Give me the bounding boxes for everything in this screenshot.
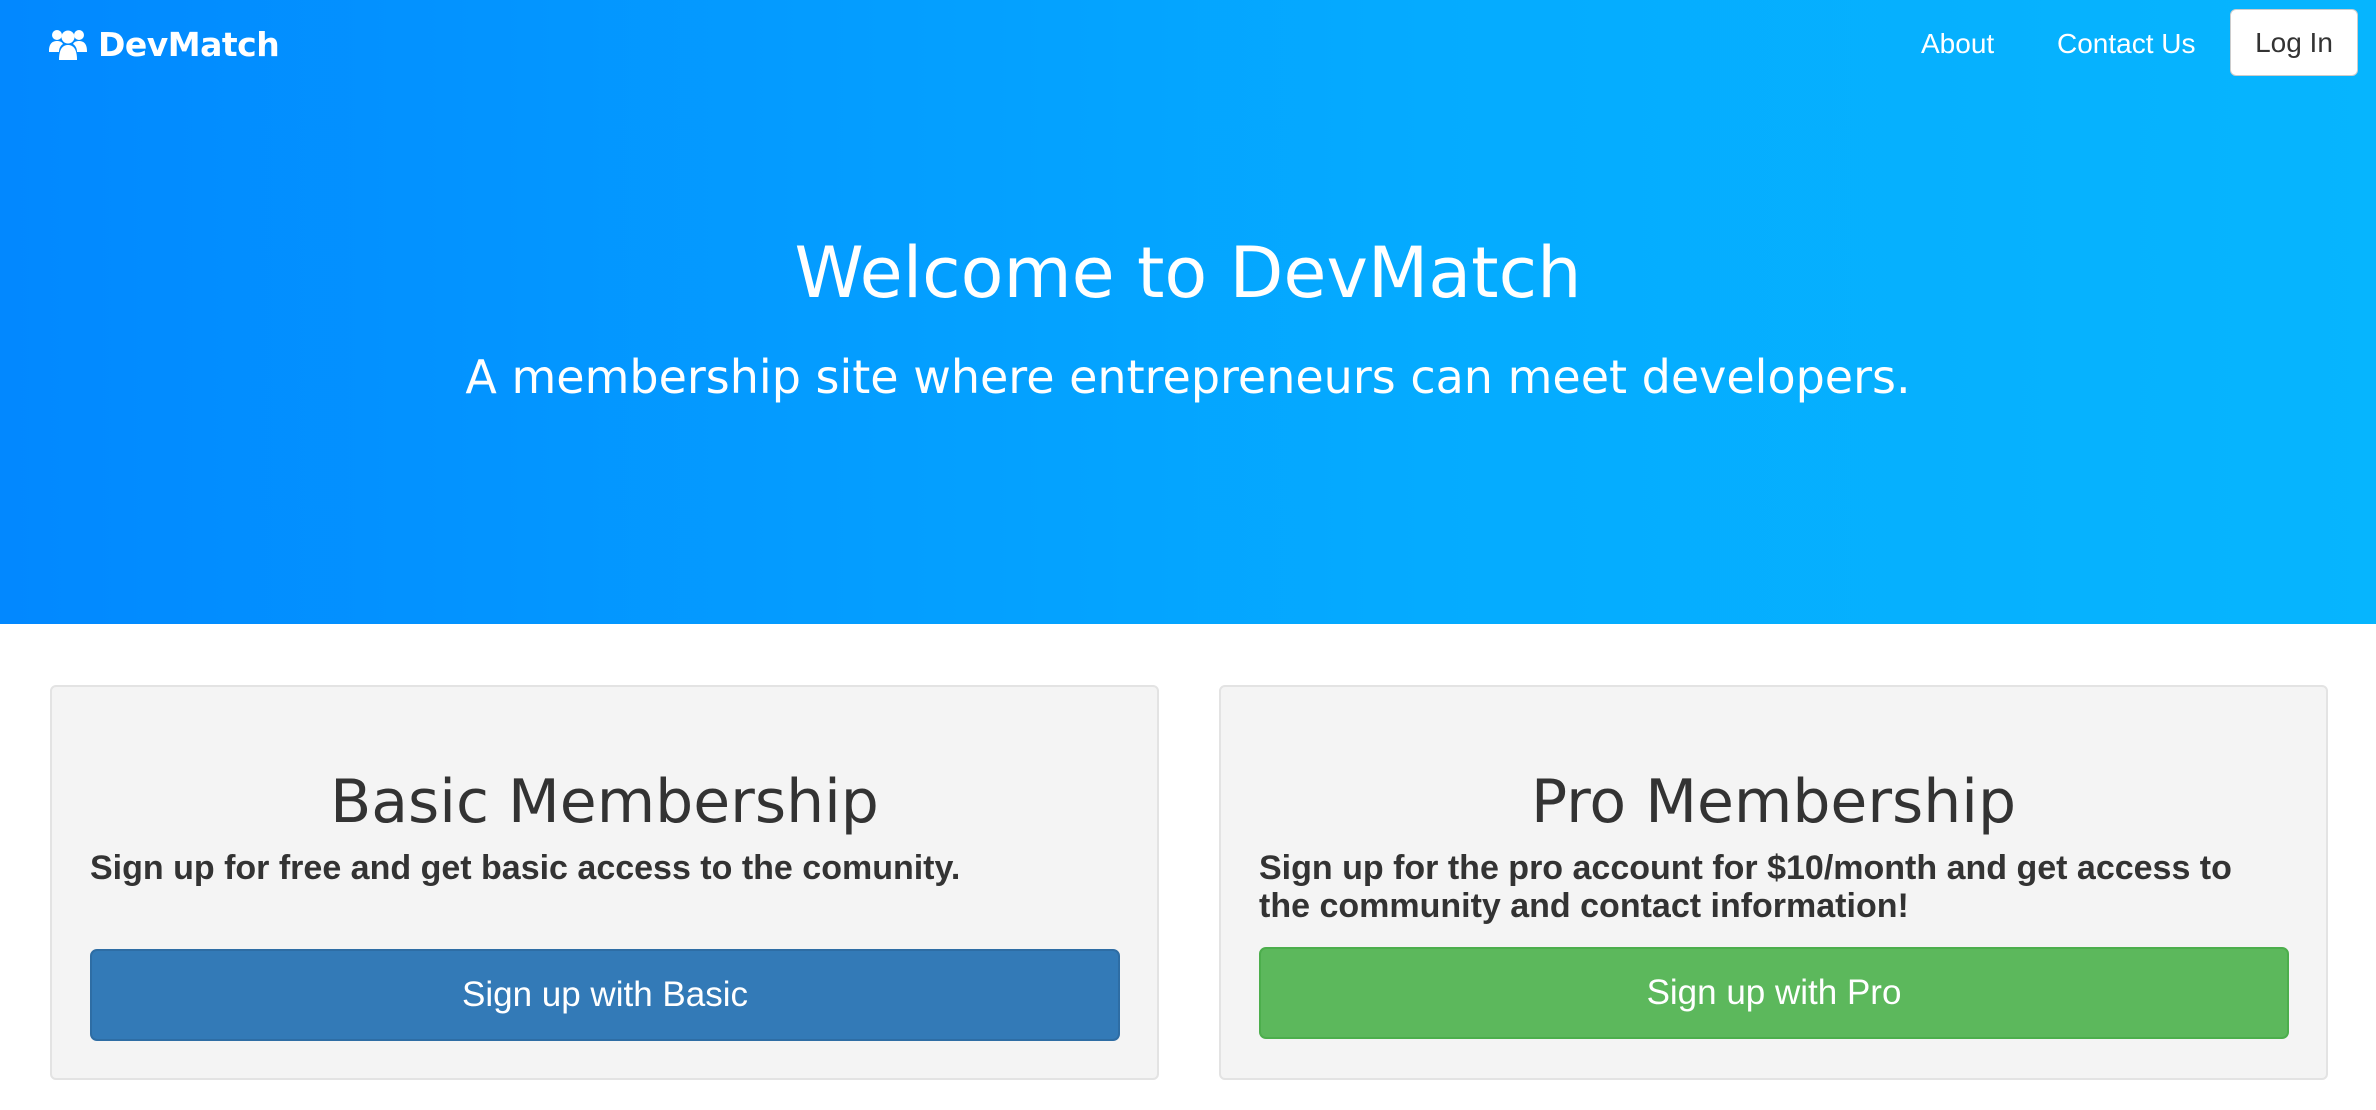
nav-link-about[interactable]: About: [1921, 20, 1994, 68]
nav-link-contact-us[interactable]: Contact Us: [2057, 20, 2196, 68]
sign-up-basic-button[interactable]: Sign up with Basic: [90, 949, 1120, 1041]
basic-membership-title: Basic Membership: [330, 767, 879, 837]
basic-membership-card: Basic Membership Sign up for free and ge…: [50, 685, 1159, 1080]
users-icon: [48, 24, 88, 64]
brand-name: DevMatch: [98, 24, 280, 64]
sign-up-pro-button[interactable]: Sign up with Pro: [1259, 947, 2289, 1039]
navbar: DevMatch About Contact Us Log In: [0, 0, 2376, 88]
hero-subtitle: A membership site where entrepreneurs ca…: [465, 350, 1911, 404]
brand-link[interactable]: DevMatch: [48, 20, 280, 68]
hero-section: DevMatch About Contact Us Log In Welcome…: [0, 0, 2376, 624]
pro-membership-card: Pro Membership Sign up for the pro accou…: [1219, 685, 2328, 1080]
basic-membership-description: Sign up for free and get basic access to…: [90, 849, 961, 887]
login-button[interactable]: Log In: [2230, 9, 2358, 76]
hero-title: Welcome to DevMatch: [794, 232, 1582, 314]
pro-membership-title: Pro Membership: [1530, 767, 2017, 837]
pro-membership-description: Sign up for the pro account for $10/mont…: [1259, 849, 2232, 925]
